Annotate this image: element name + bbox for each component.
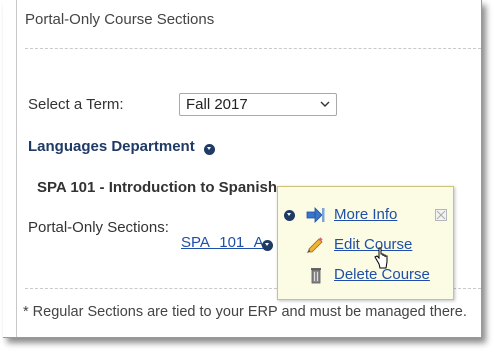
section-menu-toggle-icon[interactable] — [262, 240, 273, 251]
trash-icon[interactable] — [306, 266, 326, 284]
hand-cursor-icon — [374, 247, 388, 269]
term-label: Select a Term: — [28, 96, 124, 113]
pencil-icon[interactable] — [306, 236, 326, 254]
portal-sections-label: Portal-Only Sections: — [28, 219, 169, 236]
more-info-arrow-icon[interactable] — [306, 206, 326, 224]
course-title: SPA 101 - Introduction to Spanish — [37, 179, 278, 196]
screenshot-frame: Portal-Only Course Sections Select a Ter… — [3, 0, 482, 338]
term-select[interactable]: Fall 2017 — [179, 93, 337, 116]
section-link[interactable]: SPA 101 A — [181, 234, 264, 251]
term-select-value: Fall 2017 — [186, 96, 248, 113]
department-expand-icon[interactable] — [204, 144, 215, 155]
menu-item-more-info[interactable]: More Info — [334, 206, 397, 223]
close-icon[interactable] — [435, 209, 447, 221]
popup-collapse-icon[interactable] — [284, 210, 295, 221]
page-title: Portal-Only Course Sections — [25, 11, 215, 28]
section-popup-menu: More Info Edit Course Delete Course — [277, 186, 454, 300]
chevron-down-icon — [320, 101, 330, 107]
left-border-line — [16, 0, 17, 337]
header-divider — [25, 48, 481, 49]
department-title: Languages Department — [28, 138, 195, 155]
footnote: * Regular Sections are tied to your ERP … — [23, 304, 467, 320]
